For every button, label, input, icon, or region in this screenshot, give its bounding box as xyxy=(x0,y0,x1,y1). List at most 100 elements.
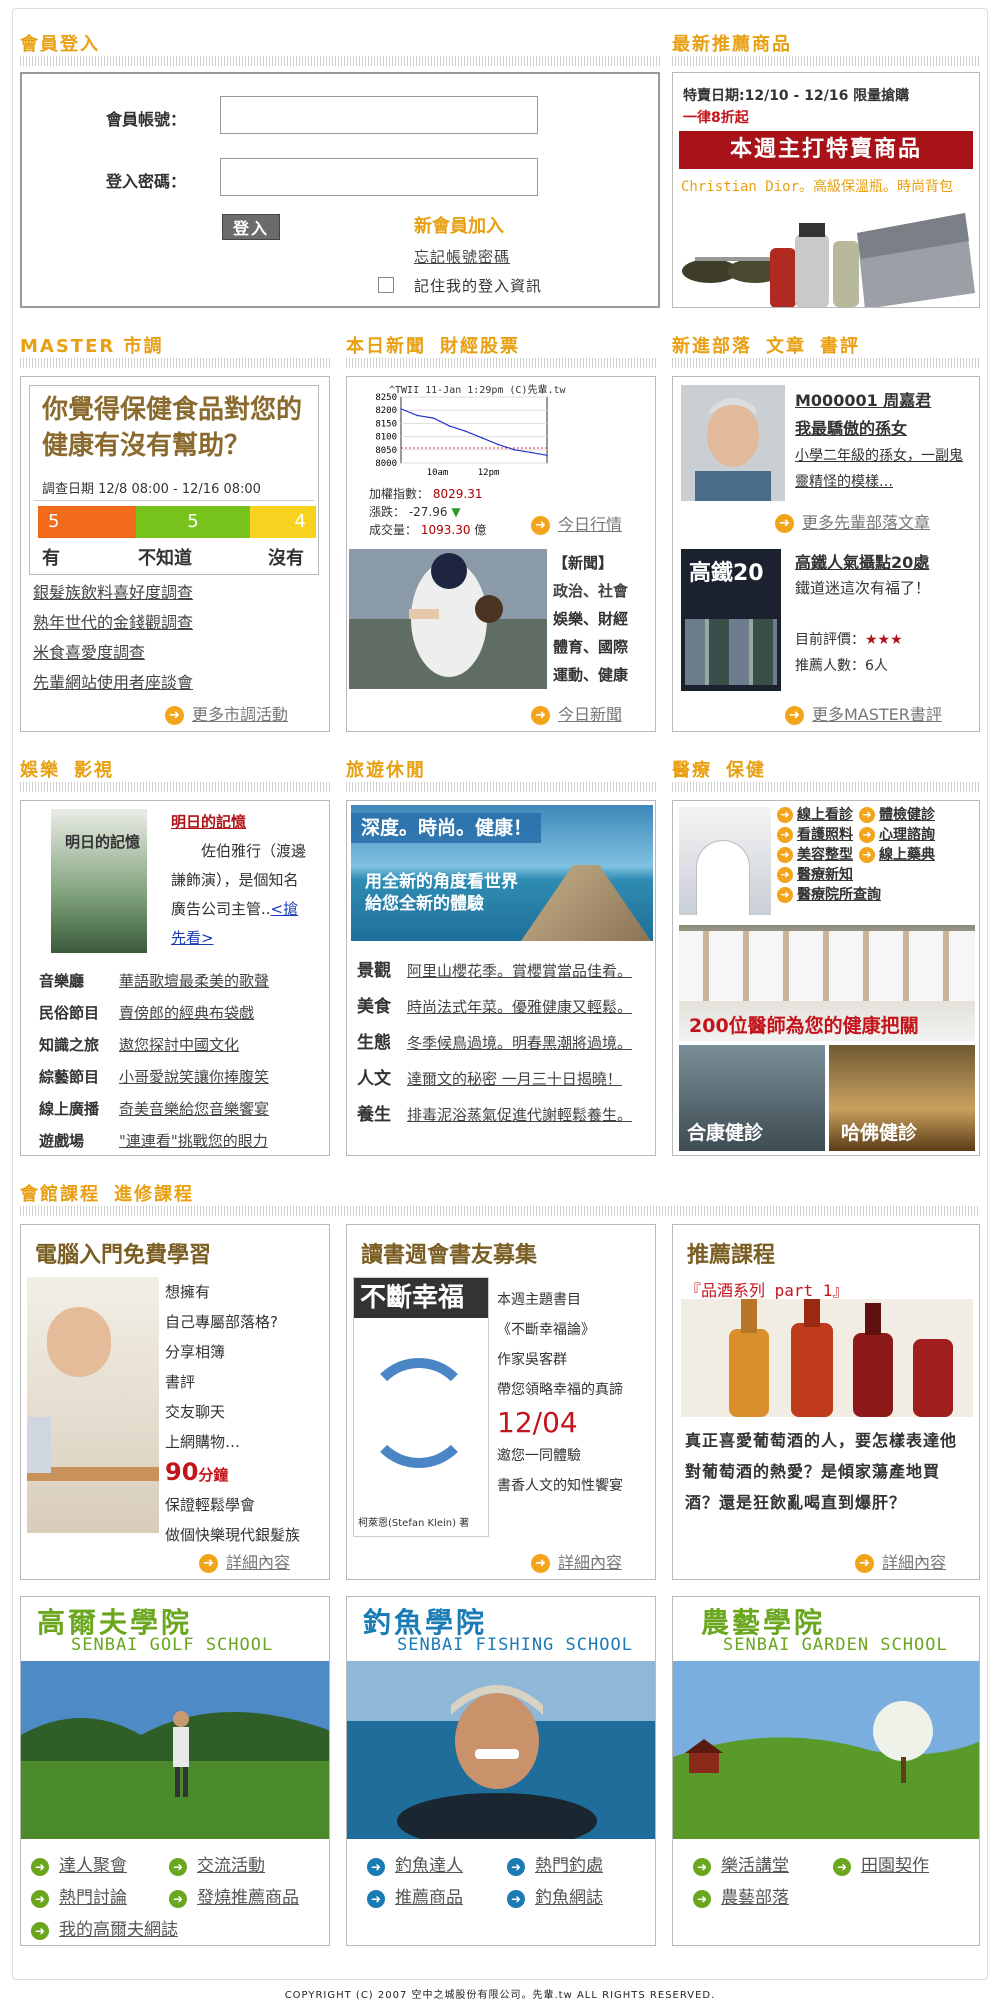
survey-more-label: 更多市調活動 xyxy=(192,705,289,724)
fishing-link[interactable]: ➜ 推薦商品 xyxy=(367,1883,463,1908)
doctors-caption: 200位醫師為您的健康把關 xyxy=(689,1015,919,1037)
account-input[interactable] xyxy=(220,96,538,134)
medical-link[interactable]: 醫療院所查詢 xyxy=(797,887,881,903)
news-cat-link[interactable]: 娛樂、財經 xyxy=(553,605,628,633)
course-wine-more[interactable]: ➜ 詳細內容 xyxy=(855,1549,946,1573)
section-title-news: 本日新聞 財經股票 xyxy=(346,332,656,357)
blog-post-title[interactable]: 我最驕傲的孫女 xyxy=(795,415,907,439)
medical-link[interactable]: 線上藥典 xyxy=(879,847,935,863)
fishing-link-label: 釣魚達人 xyxy=(395,1856,463,1876)
doctors-banner[interactable]: 200位醫師為您的健康把關 xyxy=(679,925,975,1041)
golf-link[interactable]: ➜ 交流活動 xyxy=(169,1851,265,1876)
travel-banner[interactable]: 深度。時尚。健康！ 用全新的角度看世界 給您全新的體驗 xyxy=(351,805,653,941)
fishing-link-label: 推薦商品 xyxy=(395,1888,463,1908)
travel-link[interactable]: 時尚法式年菜。優雅健康又輕鬆。 xyxy=(407,998,632,1016)
ent-list: 音樂廳 華語歌壇最柔美的歌聲 民俗節目 賣傍郎的經典布袋戲 知識之旅 遨您探討中國文化… xyxy=(39,965,269,1155)
ent-link[interactable]: 奇美音樂給您音樂饗宴 xyxy=(119,1100,269,1118)
face-shape xyxy=(47,1307,111,1377)
travel-link[interactable]: 冬季候鳥過境。明春黑潮將過境。 xyxy=(407,1034,632,1052)
health-title: 保健 xyxy=(726,760,766,781)
fishing-link[interactable]: ➜ 釣魚網誌 xyxy=(507,1883,603,1908)
news-more-link[interactable]: ➜ 今日新聞 xyxy=(531,701,622,725)
travel-tagline: 深度。時尚。健康！ xyxy=(351,813,541,843)
fishing-link[interactable]: ➜ 釣魚達人 xyxy=(367,1851,463,1876)
bar-label-yes: 有 xyxy=(42,548,60,569)
garden-link[interactable]: ➜ 田園契作 xyxy=(833,1851,929,1876)
promo-banner[interactable]: 本週主打特賣商品 xyxy=(679,131,973,169)
clinic1-photo[interactable]: 合康健診 xyxy=(679,1045,825,1151)
medical-link[interactable]: 心理諮詢 xyxy=(879,827,935,843)
garden-school-subtitle: SENBAI GARDEN SCHOOL xyxy=(723,1635,948,1655)
blog-more-link[interactable]: ➜ 更多先輩部落文章 xyxy=(775,509,930,533)
garden-link[interactable]: ➜ 農藝部落 xyxy=(693,1883,789,1908)
fishing-photo[interactable] xyxy=(347,1661,656,1839)
ent-link[interactable]: "連連看"挑戰您的眼力 xyxy=(119,1132,268,1150)
arrow-icon: ➜ xyxy=(785,706,804,725)
ent-link[interactable]: 遨您探討中國文化 xyxy=(119,1036,239,1054)
book-title[interactable]: 高鐵人氣攝點20處 xyxy=(795,549,929,573)
news-cat-link[interactable]: 政治、社會 xyxy=(553,577,628,605)
news-cat-link[interactable]: 運動、健康 xyxy=(553,661,628,689)
movie-title[interactable]: 明日的記憶 xyxy=(171,811,246,832)
medical-link[interactable]: 體檢健診 xyxy=(879,807,935,823)
arrow-icon: ➜ xyxy=(777,807,793,823)
medical-link[interactable]: 看護照料 xyxy=(797,827,853,843)
golf-photo[interactable] xyxy=(21,1661,330,1839)
travel-link[interactable]: 排毒泥浴蒸氣促進代謝輕鬆養生。 xyxy=(407,1106,632,1124)
medical-link[interactable]: 醫療新知 xyxy=(797,867,853,883)
garden-photo[interactable] xyxy=(673,1661,980,1839)
fishing-link[interactable]: ➜ 熱門釣處 xyxy=(507,1851,603,1876)
ent-link[interactable]: 賣傍郎的經典布袋戲 xyxy=(119,1004,254,1022)
y-tick-label: 8250 xyxy=(375,393,397,403)
section-title-survey: MASTER 市調 xyxy=(20,336,164,357)
medical-link[interactable]: 線上看診 xyxy=(797,807,853,823)
ent-link[interactable]: 小哥愛說笑讓你捧腹笑 xyxy=(119,1068,269,1086)
book-more-link[interactable]: ➜ 更多MASTER書評 xyxy=(785,701,942,725)
ent-link[interactable]: 華語歌壇最柔美的歌聲 xyxy=(119,972,269,990)
y-tick-label: 8100 xyxy=(375,433,397,443)
password-input[interactable] xyxy=(220,158,538,196)
golf-link-label: 熱門討論 xyxy=(59,1888,127,1908)
golf-link[interactable]: ➜ 達人聚會 xyxy=(31,1851,127,1876)
course-computer-more[interactable]: ➜ 詳細內容 xyxy=(199,1549,290,1573)
travel-link[interactable]: 達爾文的秘密 一月三十日揭曉！ xyxy=(407,1070,622,1088)
login-button[interactable]: 登入 xyxy=(222,214,280,240)
stock-more-link[interactable]: ➜ 今日行情 xyxy=(531,511,622,535)
arrow-icon: ➜ xyxy=(777,887,793,903)
survey-link[interactable]: 熟年世代的金錢觀調查 xyxy=(33,609,193,633)
garden-link-label: 樂活講堂 xyxy=(721,1856,789,1876)
news-cat-link[interactable]: 體育、國際 xyxy=(553,633,628,661)
golf-link[interactable]: ➜ 我的高爾夫網誌 xyxy=(31,1915,178,1940)
course-line: 作家吳客群 xyxy=(497,1352,567,1368)
course-line: 想擁有 xyxy=(165,1283,211,1301)
golf-link[interactable]: ➜ 發燒推薦商品 xyxy=(169,1883,299,1908)
section-title-blog: 新進部落 文章 書評 xyxy=(672,332,980,357)
remember-checkbox[interactable] xyxy=(378,277,394,293)
course-reading-more[interactable]: ➜ 詳細內容 xyxy=(531,1549,622,1573)
medical-link[interactable]: 美容整型 xyxy=(797,847,853,863)
x-tick-label: 12pm xyxy=(478,468,500,478)
movie-desc: 佐伯雅行（渡邊謙飾演），是個知名廣告公司主管..<搶先看> xyxy=(171,837,311,953)
survey-link[interactable]: 銀髮族飲料喜好度調查 xyxy=(33,579,193,603)
blog-section: 新進部落 文章 書評 xyxy=(672,332,980,368)
arrow-icon: ➜ xyxy=(777,847,793,863)
promo-box[interactable]: 特賣日期:12/10 - 12/16 限量搶購 一律8折起 本週主打特賣商品 C… xyxy=(672,72,980,308)
garden-link-label: 田園契作 xyxy=(861,1856,929,1876)
garden-link[interactable]: ➜ 樂活講堂 xyxy=(693,1851,789,1876)
golf-link-label: 交流活動 xyxy=(197,1856,265,1876)
course-line: 邀您一同體驗 xyxy=(497,1448,581,1464)
golf-link[interactable]: ➜ 熱門討論 xyxy=(31,1883,127,1908)
clinic2-photo[interactable]: 哈佛健診 xyxy=(829,1045,975,1151)
blogger-id[interactable]: M000001 周嘉君 xyxy=(795,387,931,411)
survey-link[interactable]: 先輩網站使用者座談會 xyxy=(33,669,193,693)
forgot-link[interactable]: 忘記帳號密碼 xyxy=(414,246,510,267)
course-more-label: 詳細內容 xyxy=(882,1553,947,1572)
travel-link[interactable]: 阿里山櫻花季。賞櫻賞當品佳肴。 xyxy=(407,962,632,980)
survey-more-link[interactable]: ➜ 更多市調活動 xyxy=(165,701,288,725)
survey-link[interactable]: 米食喜愛度調查 xyxy=(33,639,145,663)
blog-box: M000001 周嘉君 我最驕傲的孫女 小學二年級的孫女，一副鬼靈精怪的模樣… … xyxy=(672,376,980,732)
join-link[interactable]: 新會員加入 xyxy=(414,212,504,238)
news-section: 本日新聞 財經股票 xyxy=(346,332,656,368)
travel-cat: 養生 xyxy=(357,1105,391,1125)
course-line: 做個快樂現代銀髮族 xyxy=(165,1526,301,1544)
